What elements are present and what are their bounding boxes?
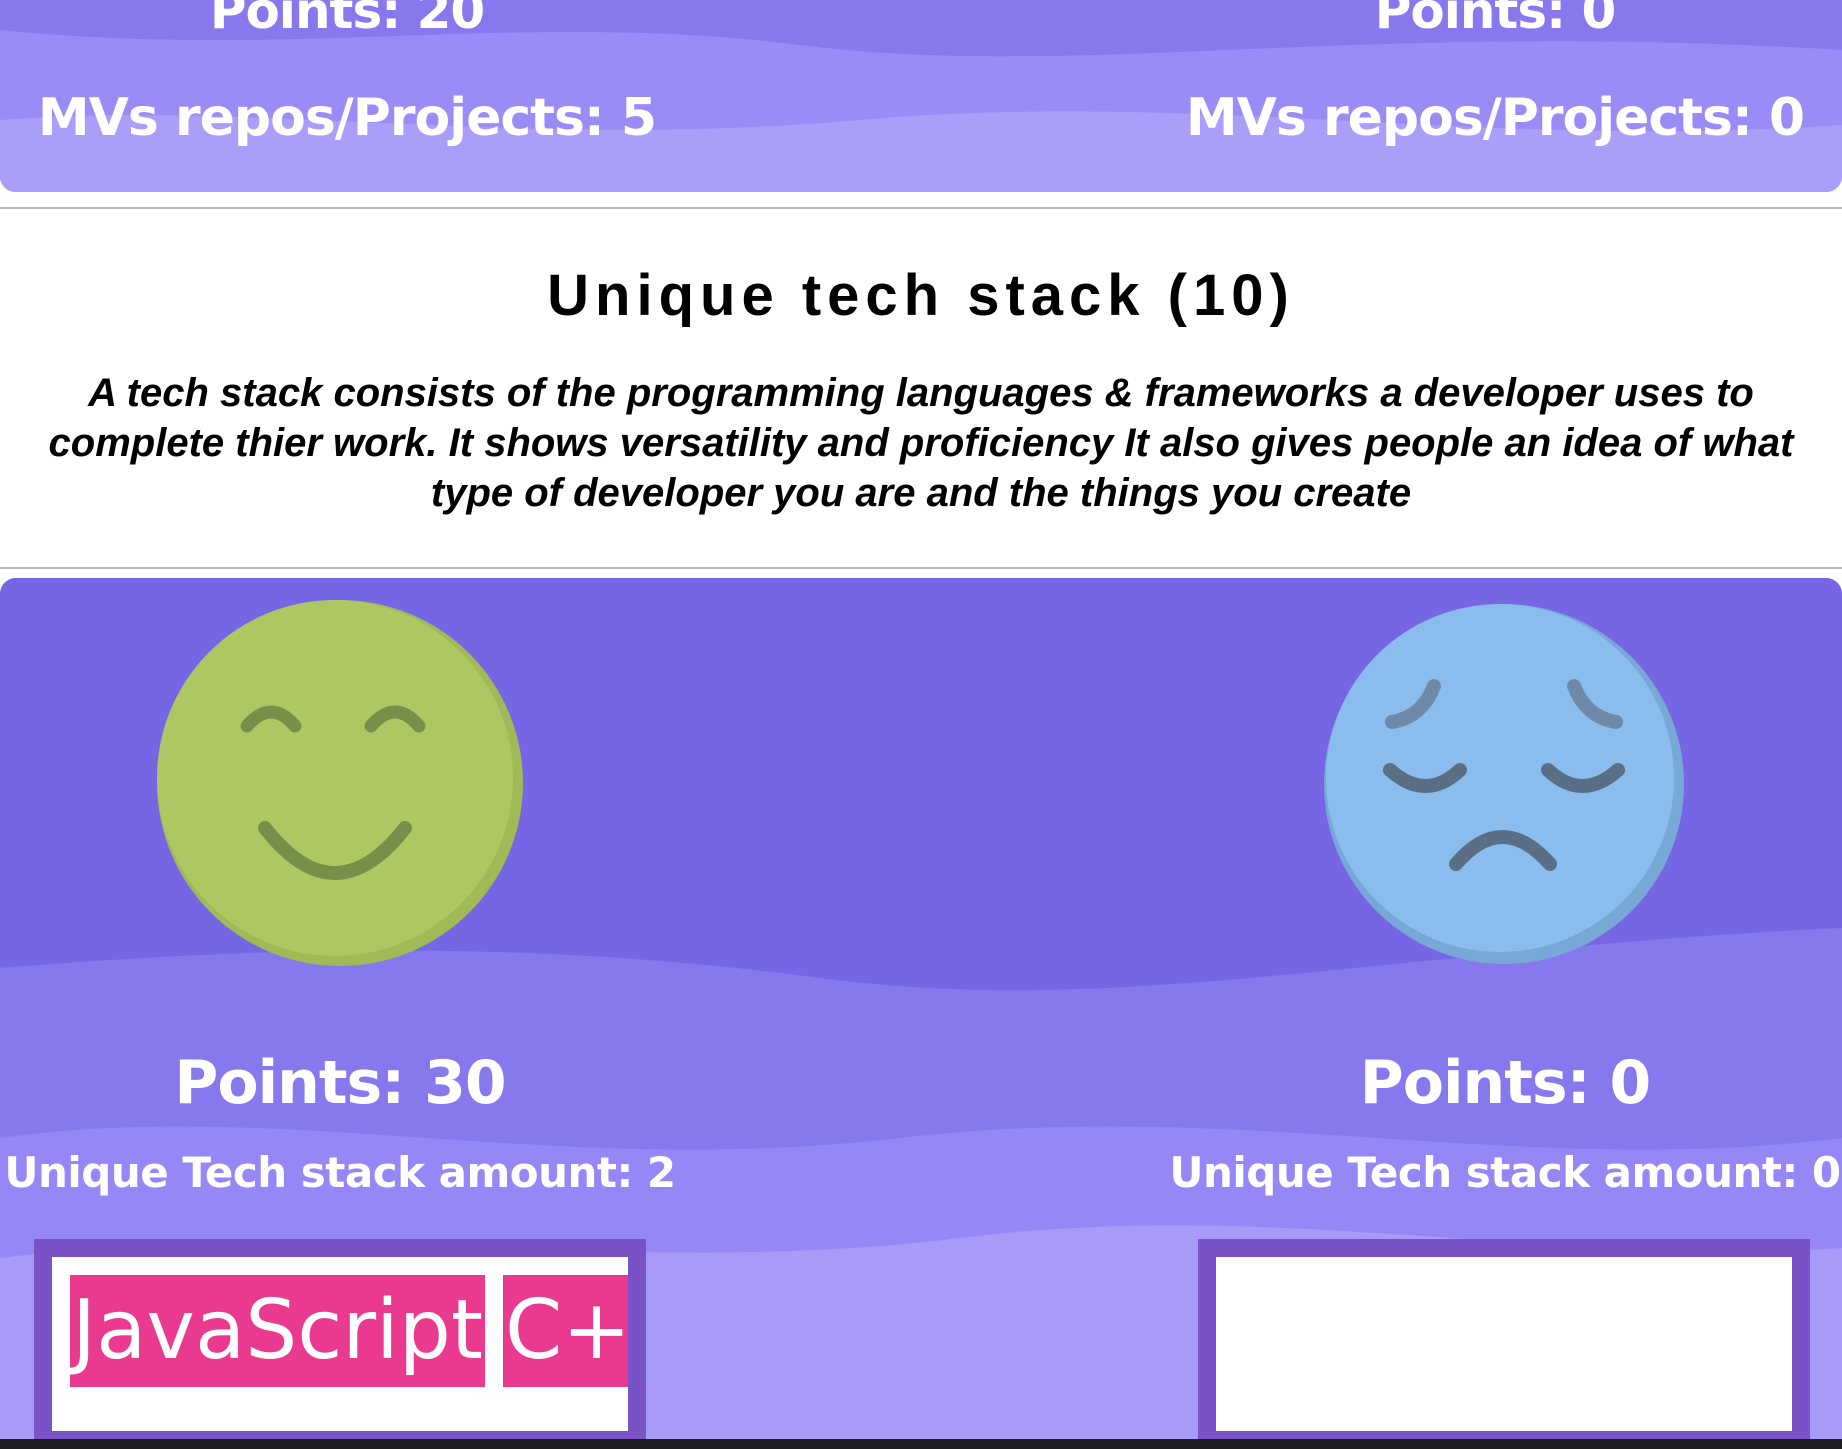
smiling-face-icon — [157, 600, 523, 966]
divider-top — [0, 207, 1842, 209]
left-stack-amount: Unique Tech stack amount: 2 — [4, 1148, 676, 1197]
right-points-label: Points: 0 — [1374, 0, 1617, 40]
tech-chip-javascript: JavaScript — [70, 1275, 486, 1387]
tech-chip-cpp: C++ — [503, 1275, 628, 1387]
left-points-label: Points: 20 — [209, 0, 485, 40]
page: Points: 20 Points: 0 MVs repos/Projects:… — [0, 0, 1842, 1449]
left-tech-stack-list: JavaScript C++ — [52, 1257, 628, 1387]
sad-face-icon — [1324, 604, 1684, 964]
right-stack-amount: Unique Tech stack amount: 0 — [1169, 1148, 1841, 1197]
comparison-panel: Points: 30 Points: 0 Unique Tech stack a… — [0, 578, 1842, 1449]
divider-bottom — [0, 567, 1842, 569]
left-stack-points: Points: 30 — [174, 1048, 506, 1118]
right-tech-stack-list — [1216, 1257, 1792, 1275]
top-stats-panel: Points: 20 Points: 0 MVs repos/Projects:… — [0, 0, 1842, 192]
right-stack-points: Points: 0 — [1359, 1048, 1652, 1118]
section-title: Unique tech stack (10) — [547, 263, 1295, 328]
right-tech-stack-box — [1198, 1239, 1810, 1449]
right-mvs-label: MVs repos/Projects: 0 — [1185, 88, 1805, 148]
left-tech-stack-box[interactable]: JavaScript C++ — [34, 1239, 646, 1449]
section-description: A tech stack consists of the programming… — [48, 371, 1794, 515]
left-mvs-label: MVs repos/Projects: 5 — [37, 88, 657, 148]
window-bottom-edge — [0, 1439, 1842, 1449]
